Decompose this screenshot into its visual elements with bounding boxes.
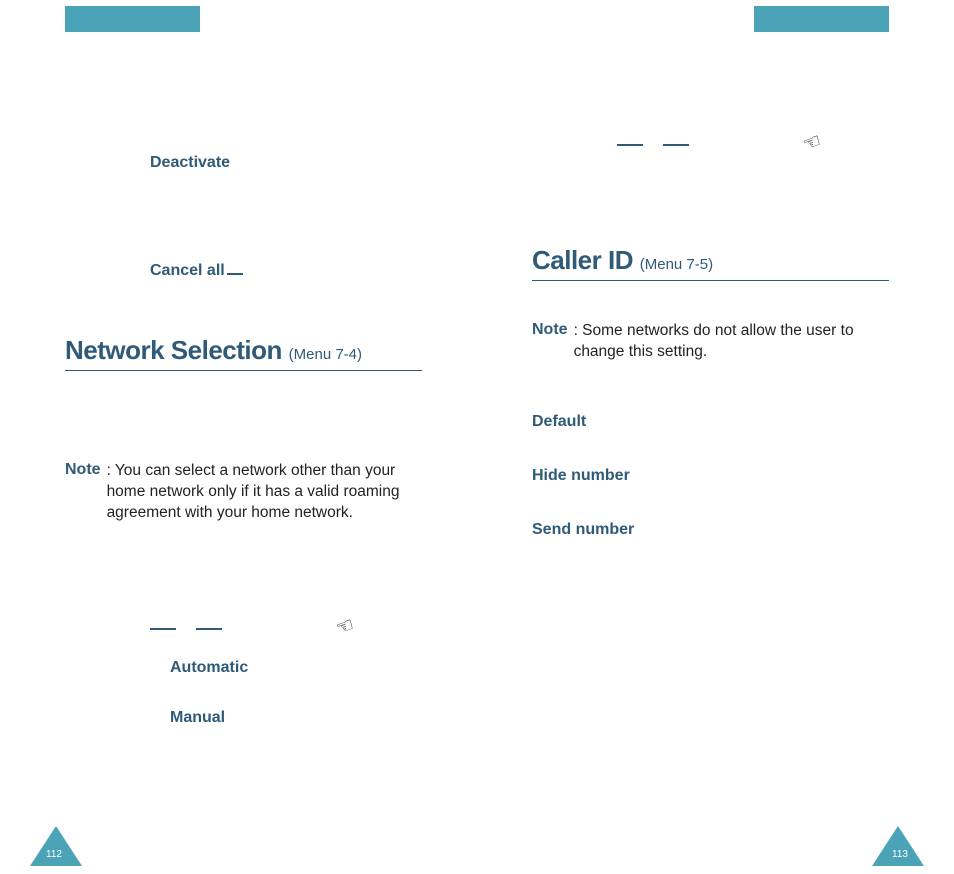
option-deactivate: Deactivate bbox=[150, 154, 422, 172]
underline-decor bbox=[227, 273, 243, 275]
glyph-row-left: ☜ bbox=[65, 614, 422, 639]
page-left: Deactivate Cancel all Network Selection … bbox=[0, 0, 477, 874]
underline-r2 bbox=[663, 144, 689, 146]
page-spread: Deactivate Cancel all Network Selection … bbox=[0, 0, 954, 874]
glyph-row-right: ☜ bbox=[532, 130, 889, 155]
option-manual: Manual bbox=[170, 709, 422, 727]
section-divider bbox=[65, 370, 422, 371]
header-bar-right bbox=[754, 6, 889, 32]
option-automatic: Automatic bbox=[170, 659, 422, 677]
page-right: ☜ Caller ID (Menu 7-5) Note : Some netwo… bbox=[477, 0, 954, 874]
note-caller-id: Note : Some networks do not allow the us… bbox=[532, 321, 889, 363]
note-network: Note : You can select a network other th… bbox=[65, 461, 422, 524]
page-corner-right bbox=[872, 826, 924, 866]
cancel-all-label: Cancel all bbox=[150, 262, 225, 279]
hide-number-label: Hide number bbox=[532, 467, 630, 484]
section-caller-id: Caller ID (Menu 7-5) bbox=[532, 245, 889, 276]
network-selection-title: Network Selection bbox=[65, 335, 282, 365]
note-text: : You can select a network other than yo… bbox=[107, 461, 422, 524]
automatic-label: Automatic bbox=[170, 659, 248, 676]
underline-r1 bbox=[617, 144, 643, 146]
caller-id-menu-ref: (Menu 7-5) bbox=[640, 256, 713, 273]
network-selection-menu-ref: (Menu 7-4) bbox=[289, 346, 362, 363]
option-hide-number: Hide number bbox=[532, 467, 889, 485]
header-bar-left bbox=[65, 6, 200, 32]
send-number-label: Send number bbox=[532, 521, 634, 538]
note-label-right: Note bbox=[532, 321, 568, 363]
hand-cursor-icon: ☜ bbox=[333, 611, 358, 641]
underline-pair bbox=[150, 620, 242, 638]
option-default: Default bbox=[532, 413, 889, 431]
deactivate-label: Deactivate bbox=[150, 154, 230, 171]
note-label: Note bbox=[65, 461, 101, 524]
underline-2 bbox=[196, 628, 222, 630]
underline-1 bbox=[150, 628, 176, 630]
caller-id-title: Caller ID bbox=[532, 245, 633, 275]
option-send-number: Send number bbox=[532, 521, 889, 539]
note-text-right: : Some networks do not allow the user to… bbox=[574, 321, 889, 363]
underline-pair-right bbox=[617, 136, 709, 154]
page-number-right: 113 bbox=[892, 849, 908, 860]
page-number-left: 112 bbox=[46, 849, 62, 860]
left-content: Deactivate Cancel all Network Selection … bbox=[65, 0, 422, 727]
right-content: ☜ Caller ID (Menu 7-5) Note : Some netwo… bbox=[532, 0, 889, 539]
section-network-selection: Network Selection (Menu 7-4) bbox=[65, 335, 422, 366]
default-label: Default bbox=[532, 413, 586, 430]
option-cancel-all: Cancel all bbox=[150, 262, 422, 280]
section-divider-right bbox=[532, 280, 889, 281]
manual-label: Manual bbox=[170, 709, 225, 726]
page-corner-left bbox=[30, 826, 82, 866]
hand-cursor-icon-right: ☜ bbox=[800, 128, 825, 158]
